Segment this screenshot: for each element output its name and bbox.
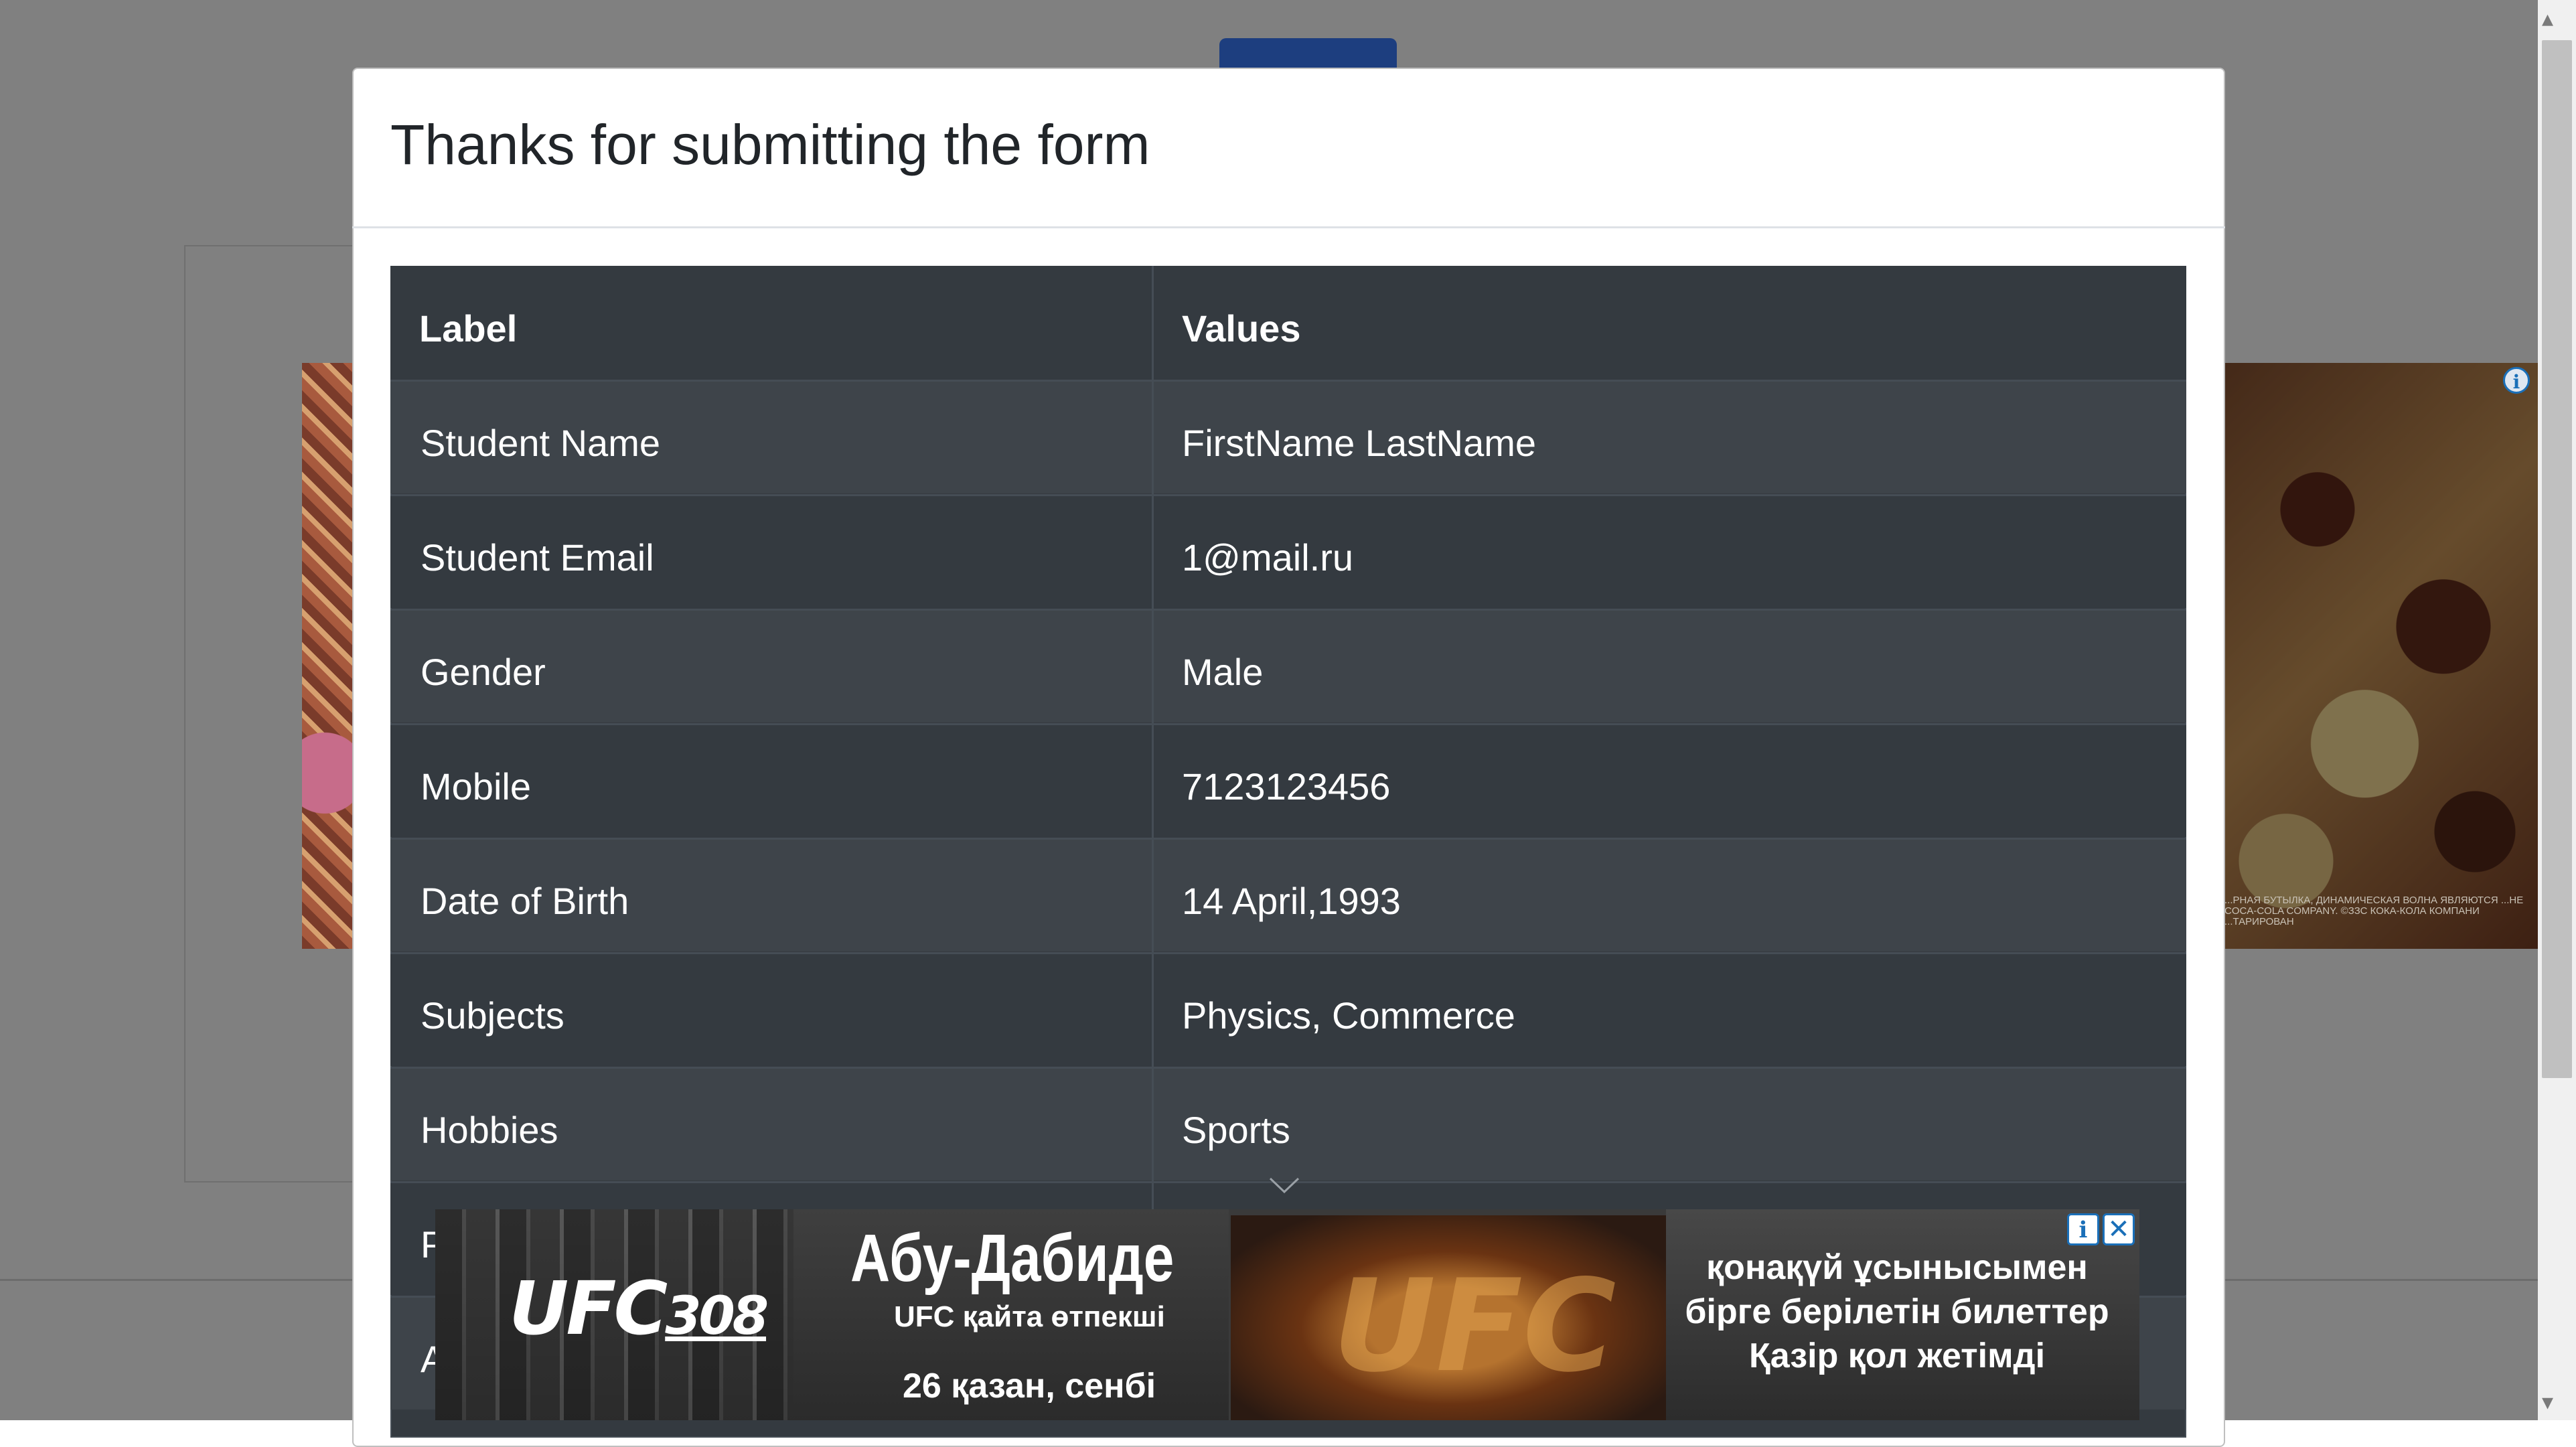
table-header-values: Values <box>1182 307 1301 350</box>
row-label: Student Email <box>421 536 654 579</box>
row-value: Sports <box>1182 1109 1290 1151</box>
ad-date: 26 қазан, сенбі <box>903 1367 1156 1405</box>
row-label: Student Name <box>421 422 660 464</box>
row-value: Physics, Commerce <box>1182 994 1515 1037</box>
background-footer-divider <box>0 1279 355 1281</box>
row-value: 14 April,1993 <box>1182 880 1401 922</box>
background-footer-divider <box>2216 1279 2538 1281</box>
table-row <box>390 609 2186 722</box>
row-label: Mobile <box>421 765 531 808</box>
row-value: 7123123456 <box>1182 765 1391 808</box>
ad-close-icon[interactable]: ✕ <box>2103 1213 2135 1245</box>
row-value: Male <box>1182 651 1264 693</box>
row-label: Hobbies <box>421 1109 558 1151</box>
right-ad-disclaimer: ...РНАЯ БУТЫЛКА, ДИНАМИЧЕСКАЯ ВОЛНА ЯВЛЯ… <box>2224 895 2524 927</box>
row-label: Date of Birth <box>421 880 629 922</box>
scroll-up-arrow-icon[interactable]: ▴ <box>2542 5 2553 32</box>
right-ad-image[interactable] <box>2223 363 2538 949</box>
scroll-down-arrow-icon[interactable]: ▾ <box>2542 1389 2553 1416</box>
row-value: FirstName LastName <box>1182 422 1537 464</box>
ad-info-icon[interactable]: i <box>2067 1213 2099 1245</box>
chevron-down-icon[interactable] <box>1268 1176 1301 1196</box>
ad-subline: UFC қайта өтпекші <box>894 1300 1165 1333</box>
ad-belt-lettering: UFC <box>1333 1252 1616 1400</box>
ad-headline: Абу-Дабиде <box>850 1221 1175 1296</box>
table-header-label: Label <box>419 307 518 350</box>
row-value: 1@mail.ru <box>1182 536 1354 579</box>
modal-title: Thanks for submitting the form <box>390 113 1150 176</box>
row-label: Subjects <box>421 994 564 1037</box>
ad-offer-text: қонақүй ұсынысымен бірге берілетін билет… <box>1685 1248 2109 1375</box>
left-ad-image <box>302 363 359 949</box>
modal-header-divider <box>352 226 2225 228</box>
row-label: Gender <box>421 651 546 693</box>
scrollbar-thumb[interactable] <box>2542 40 2572 1078</box>
ad-ufc-logo: UFC308 <box>509 1266 769 1351</box>
right-ad-info-icon[interactable]: i <box>2503 367 2530 394</box>
